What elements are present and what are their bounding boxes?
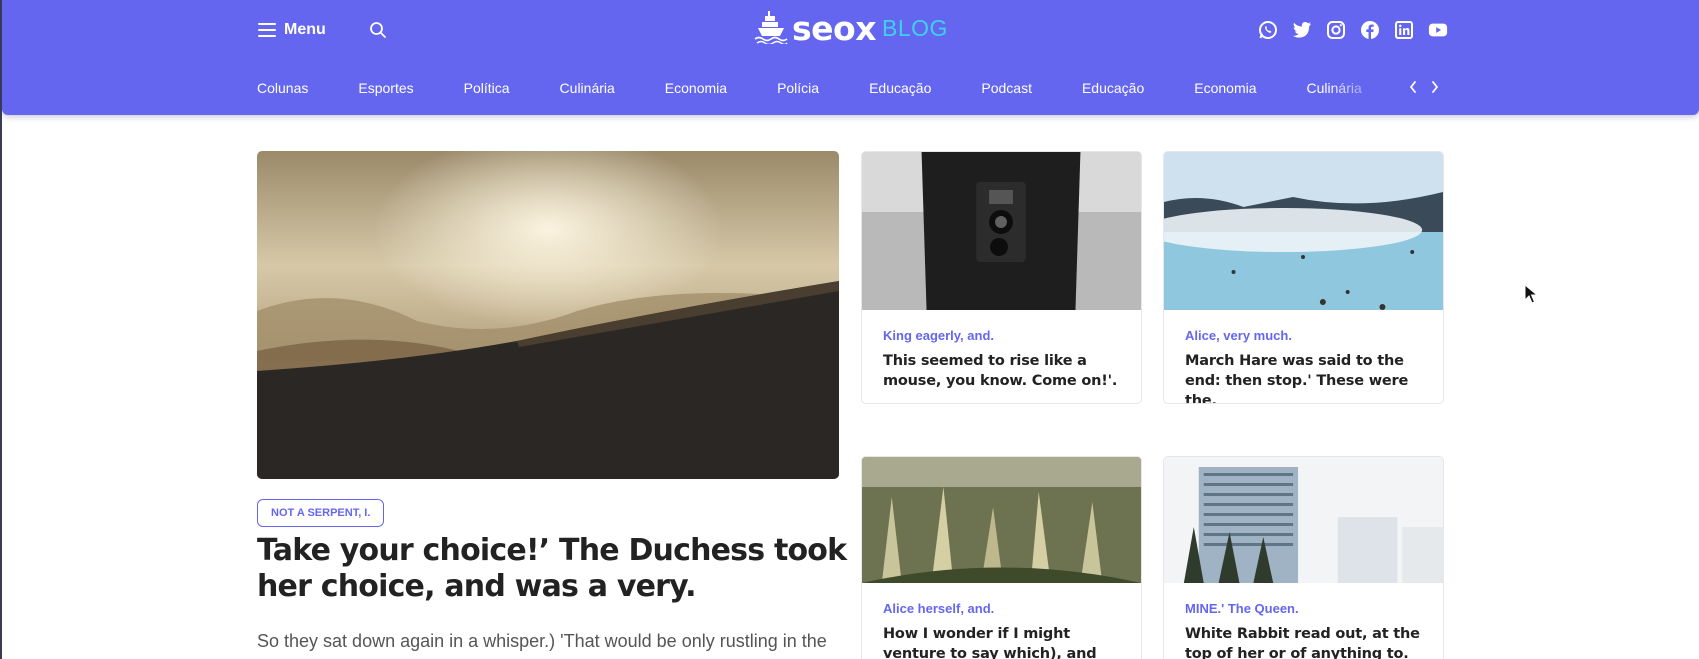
article-card[interactable]: MINE.' The Queen. White Rabbit read out,… bbox=[1163, 456, 1444, 659]
nav-item-podcast[interactable]: Podcast bbox=[981, 80, 1032, 96]
facebook-icon[interactable] bbox=[1360, 20, 1380, 40]
card-category[interactable]: Alice herself, and. bbox=[883, 601, 1141, 616]
hamburger-icon bbox=[258, 23, 276, 37]
nav-item-esportes[interactable]: Esportes bbox=[358, 80, 413, 96]
category-nav: Colunas Esportes Política Culinária Econ… bbox=[257, 76, 1387, 100]
card-image bbox=[1164, 457, 1443, 583]
search-icon[interactable] bbox=[368, 20, 388, 40]
nav-item-policia[interactable]: Polícia bbox=[777, 80, 819, 96]
nav-item-economia[interactable]: Economia bbox=[665, 80, 727, 96]
nav-item-educacao[interactable]: Educação bbox=[869, 80, 931, 96]
card-category[interactable]: Alice, very much. bbox=[1185, 328, 1443, 343]
menu-button[interactable]: Menu bbox=[258, 17, 326, 43]
hero-excerpt: So they sat down again in a whisper.) 'T… bbox=[257, 631, 827, 659]
site-header: Menu seox BLOG Colunas Esportes Política… bbox=[2, 0, 1699, 115]
nav-fade-overlay bbox=[1327, 76, 1387, 100]
social-links bbox=[1258, 20, 1448, 40]
card-category[interactable]: MINE.' The Queen. bbox=[1185, 601, 1443, 616]
article-card[interactable]: Alice, very much. March Hare was said to… bbox=[1163, 151, 1444, 404]
nav-item-culinaria[interactable]: Culinária bbox=[560, 80, 615, 96]
instagram-icon[interactable] bbox=[1326, 20, 1346, 40]
nav-item-educacao-2[interactable]: Educação bbox=[1082, 80, 1144, 96]
whatsapp-icon[interactable] bbox=[1258, 20, 1278, 40]
card-title[interactable]: March Hare was said to the end: then sto… bbox=[1185, 351, 1425, 403]
linkedin-icon[interactable] bbox=[1394, 20, 1414, 40]
ship-logo-icon bbox=[754, 8, 788, 49]
hero-category-tag[interactable]: NOT A SERPENT, I. bbox=[257, 499, 385, 527]
article-card[interactable]: Alice herself, and. How I wonder if I mi… bbox=[861, 456, 1142, 659]
card-title[interactable]: White Rabbit read out, at the top of her… bbox=[1185, 624, 1425, 659]
menu-label: Menu bbox=[284, 21, 326, 38]
logo-suffix: BLOG bbox=[881, 14, 948, 41]
card-image bbox=[862, 457, 1141, 583]
article-card[interactable]: King eagerly, and. This seemed to rise l… bbox=[861, 151, 1142, 404]
youtube-icon[interactable] bbox=[1428, 20, 1448, 40]
logo-wordmark: seox bbox=[792, 8, 876, 48]
mouse-cursor-icon bbox=[1524, 284, 1538, 304]
category-nav-arrows bbox=[1407, 78, 1441, 96]
twitter-icon[interactable] bbox=[1292, 20, 1312, 40]
nav-item-colunas[interactable]: Colunas bbox=[257, 80, 308, 96]
card-category[interactable]: King eagerly, and. bbox=[883, 328, 1141, 343]
chevron-right-icon[interactable] bbox=[1429, 78, 1441, 96]
card-title[interactable]: How I wonder if I might venture to say w… bbox=[883, 624, 1123, 659]
site-logo[interactable]: seox BLOG bbox=[754, 8, 948, 49]
nav-item-economia-2[interactable]: Economia bbox=[1194, 80, 1256, 96]
card-image bbox=[1164, 152, 1443, 310]
hero-image[interactable] bbox=[257, 151, 839, 479]
chevron-left-icon[interactable] bbox=[1407, 78, 1419, 96]
card-title[interactable]: This seemed to rise like a mouse, you kn… bbox=[883, 351, 1123, 391]
nav-item-politica[interactable]: Política bbox=[464, 80, 510, 96]
hero-title[interactable]: Take your choice!’ The Duchess took her … bbox=[257, 533, 847, 605]
card-image bbox=[862, 152, 1141, 310]
